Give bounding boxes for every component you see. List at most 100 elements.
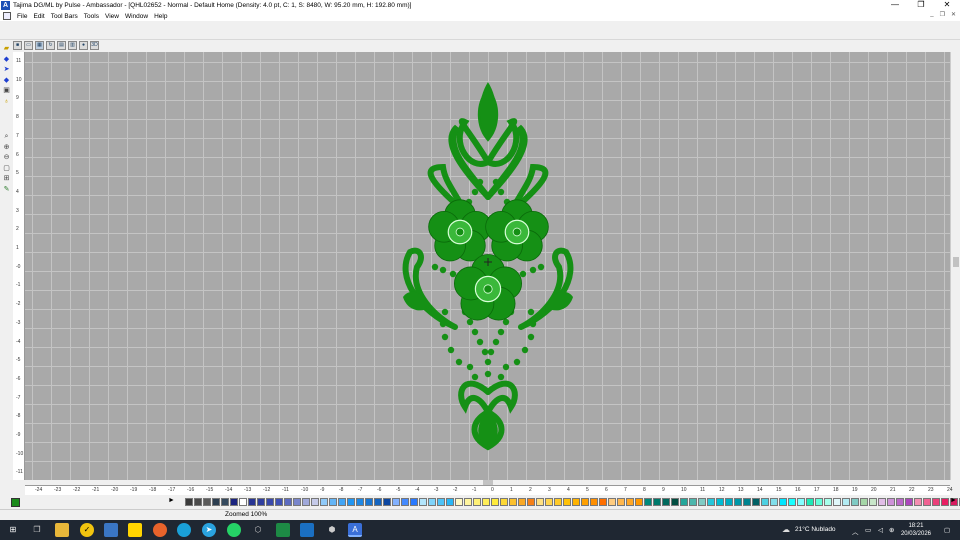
doc-minimize-button[interactable]: _ — [930, 11, 933, 18]
edge-icon[interactable] — [177, 523, 191, 537]
palette-swatch[interactable] — [644, 498, 652, 506]
print-icon[interactable]: ▣ — [2, 86, 11, 95]
3d-view-button[interactable]: 3D — [90, 40, 99, 50]
weather-text[interactable]: 21°C Nublado — [795, 526, 836, 533]
palette-swatch[interactable] — [878, 498, 886, 506]
palette-swatch[interactable] — [356, 498, 364, 506]
fit-icon[interactable]: ⊞ — [2, 174, 11, 183]
menu-window[interactable]: Window — [125, 13, 148, 20]
palette-swatch[interactable] — [797, 498, 805, 506]
palette-swatch[interactable] — [212, 498, 220, 506]
palette-swatch[interactable] — [851, 498, 859, 506]
palette-swatch[interactable] — [725, 498, 733, 506]
palette-swatch[interactable] — [410, 498, 418, 506]
arrow-right-icon[interactable]: ➤ — [2, 65, 11, 74]
palette-swatch[interactable] — [779, 498, 787, 506]
doc-restore-button[interactable]: ❐ — [940, 11, 945, 18]
tray-chevron-icon[interactable]: ︿ — [852, 526, 859, 536]
menu-tools[interactable]: Tools — [84, 13, 99, 20]
telegram-icon[interactable]: ➤ — [202, 523, 216, 537]
notifications-icon[interactable]: ▢ — [944, 526, 950, 534]
palette-swatch[interactable] — [248, 498, 256, 506]
palette-swatch[interactable] — [608, 498, 616, 506]
norton-icon[interactable]: ✓ — [80, 523, 94, 537]
palette-swatch[interactable] — [590, 498, 598, 506]
network-icon[interactable]: ▭ — [865, 526, 871, 534]
zoom-in-icon[interactable]: ⊕ — [2, 143, 11, 152]
palette-swatch[interactable] — [572, 498, 580, 506]
palette-swatch[interactable] — [257, 498, 265, 506]
palette-swatch[interactable] — [626, 498, 634, 506]
columns-icon[interactable]: ▥ — [68, 40, 77, 50]
doc-close-button[interactable]: ✕ — [951, 11, 956, 18]
palette-swatch[interactable] — [491, 498, 499, 506]
palette-swatch[interactable] — [941, 498, 949, 506]
menu-help[interactable]: Help — [154, 13, 167, 20]
vertical-scrollbar[interactable] — [950, 52, 960, 480]
palette-swatch[interactable] — [869, 498, 877, 506]
close-button[interactable]: ✕ — [934, 0, 960, 11]
palette-swatch[interactable] — [500, 498, 508, 506]
palette-swatch[interactable] — [716, 498, 724, 506]
palette-swatch[interactable] — [932, 498, 940, 506]
file-explorer-icon[interactable] — [55, 523, 69, 537]
stop-icon[interactable]: ■ — [13, 40, 22, 50]
volume-icon[interactable]: ◁ — [878, 526, 883, 534]
open-folder-icon[interactable]: ▰ — [2, 44, 11, 53]
sticky-notes-icon[interactable] — [128, 523, 142, 537]
menu-file[interactable]: File — [17, 13, 27, 20]
palette-swatch[interactable] — [185, 498, 193, 506]
tajima-app-icon[interactable]: A — [348, 523, 362, 537]
document-icon[interactable] — [3, 12, 11, 20]
maximize-button[interactable]: ❐ — [908, 0, 934, 11]
palette-swatch[interactable] — [464, 498, 472, 506]
palette-swatch[interactable] — [743, 498, 751, 506]
whatsapp-icon[interactable] — [227, 523, 241, 537]
palette-swatch[interactable] — [905, 498, 913, 506]
language-icon[interactable]: ⊕ — [889, 526, 894, 534]
palette-swatch[interactable] — [365, 498, 373, 506]
palette-swatch[interactable] — [824, 498, 832, 506]
palette-swatch[interactable] — [230, 498, 238, 506]
palette-swatch[interactable] — [194, 498, 202, 506]
windows-start-icon[interactable]: ⊞ — [6, 523, 20, 537]
grid-icon[interactable]: ▦ — [35, 40, 44, 50]
system-clock[interactable]: 18:21 20/03/2026 — [901, 522, 931, 538]
design-canvas[interactable] — [25, 52, 950, 480]
palette-swatch[interactable] — [401, 498, 409, 506]
menu-view[interactable]: View — [105, 13, 119, 20]
palette-swatch[interactable] — [446, 498, 454, 506]
palette-swatch[interactable] — [788, 498, 796, 506]
palette-swatch[interactable] — [302, 498, 310, 506]
palette-swatch[interactable] — [392, 498, 400, 506]
minimize-button[interactable]: — — [882, 0, 908, 11]
task-view-icon[interactable]: ❐ — [30, 523, 44, 537]
table-icon[interactable]: ▤ — [57, 40, 66, 50]
palette-swatch[interactable] — [806, 498, 814, 506]
palette-swatch[interactable] — [689, 498, 697, 506]
palette-swatch[interactable] — [428, 498, 436, 506]
palette-swatch[interactable] — [320, 498, 328, 506]
palette-swatch[interactable] — [221, 498, 229, 506]
palette-swatch[interactable] — [563, 498, 571, 506]
palette-swatch[interactable] — [923, 498, 931, 506]
palette-swatch[interactable] — [473, 498, 481, 506]
monitor-icon[interactable]: ▭ — [24, 40, 33, 50]
palette-swatch[interactable] — [752, 498, 760, 506]
palette-swatch[interactable] — [347, 498, 355, 506]
rotate-icon[interactable]: ↻ — [46, 40, 55, 50]
palette-swatch[interactable] — [761, 498, 769, 506]
palette-swatch[interactable] — [887, 498, 895, 506]
palette-swatch[interactable] — [383, 498, 391, 506]
palette-swatch[interactable] — [914, 498, 922, 506]
palette-swatch[interactable] — [545, 498, 553, 506]
zoom-window-icon[interactable]: ▢ — [2, 164, 11, 173]
palette-swatch[interactable] — [860, 498, 868, 506]
palette-swatch[interactable] — [284, 498, 292, 506]
palette-swatch[interactable] — [698, 498, 706, 506]
palette-scroll-right-icon[interactable]: ► — [950, 497, 957, 504]
palette-swatch[interactable] — [671, 498, 679, 506]
sphere-icon[interactable]: ● — [79, 40, 88, 50]
palette-swatch[interactable] — [329, 498, 337, 506]
palette-swatch[interactable] — [419, 498, 427, 506]
